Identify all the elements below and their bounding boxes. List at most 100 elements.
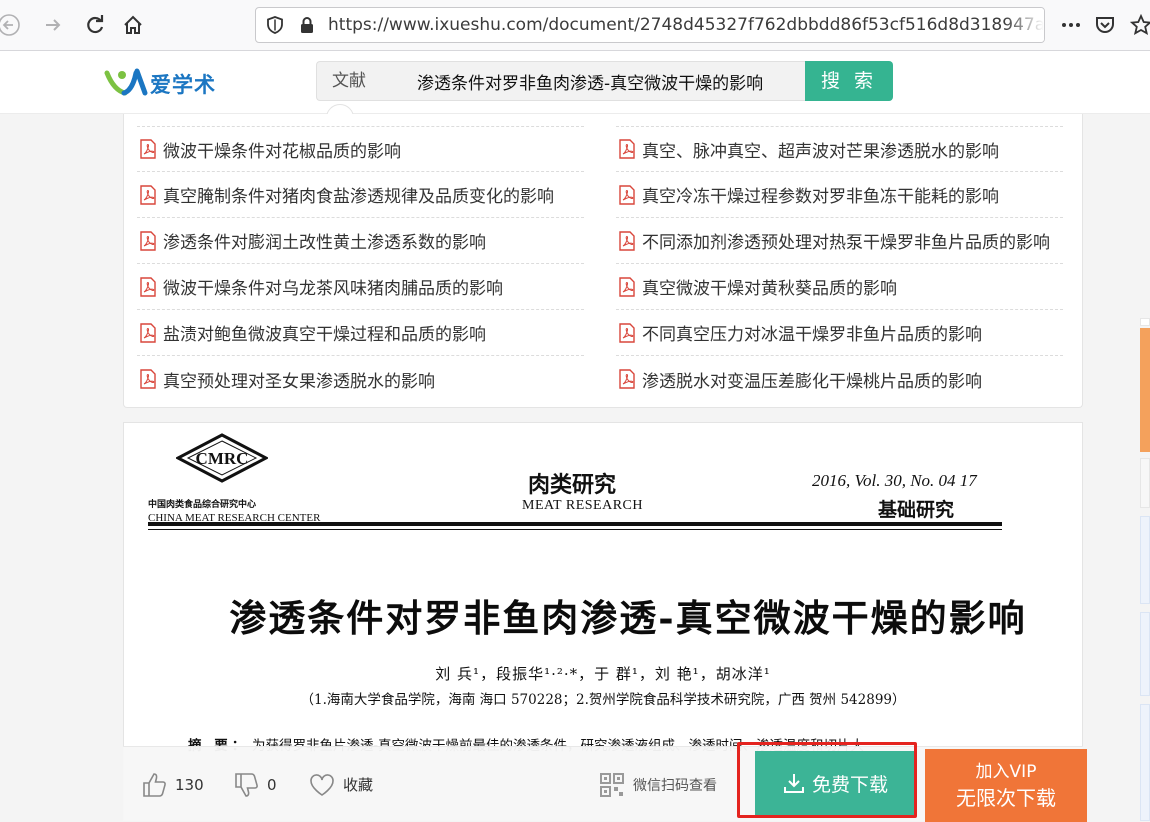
related-item[interactable]: 渗透脱水对变温压差膨化干燥桃片品质的影响 [616, 356, 1063, 402]
thumbs-up-icon [143, 772, 166, 797]
download-label: 免费下载 [811, 773, 888, 796]
side-rail-item[interactable] [1140, 516, 1150, 604]
article-title: 渗透条件对罗非鱼肉渗透-真空微波干燥的影响 [229, 596, 1027, 640]
more-dots-icon [1062, 23, 1080, 27]
lock-icon [301, 17, 313, 33]
star-icon [1130, 14, 1150, 35]
pdf-icon [140, 139, 156, 159]
forward-button[interactable] [38, 10, 68, 40]
related-title: 真空、脉冲真空、超声波对芒果渗透脱水的影响 [642, 141, 999, 162]
side-rail-item[interactable] [1140, 458, 1150, 508]
related-title: 真空腌制条件对猪肉食盐渗透规律及品质变化的影响 [163, 187, 554, 207]
related-item[interactable]: 微波干燥条件对乌龙茶风味猪肉脯品质的影响 [137, 264, 584, 310]
shield-icon [267, 16, 283, 34]
back-button[interactable] [0, 10, 24, 40]
pdf-icon [140, 369, 156, 389]
pocket-button[interactable] [1090, 10, 1120, 40]
pdf-icon [619, 139, 635, 159]
forward-arrow-icon [46, 19, 61, 31]
related-item[interactable]: 真空冷冻干燥过程参数对罗非鱼冻干能耗的影响 [616, 172, 1063, 218]
logo-mark-icon [104, 68, 148, 96]
back-arrow-icon [0, 14, 20, 36]
logo-text: 爱学术 [150, 73, 216, 97]
pdf-icon [140, 230, 156, 251]
related-title: 微波干燥条件对花椒品质的影响 [163, 141, 401, 162]
pdf-icon [619, 369, 635, 389]
center-name-cn: 中国肉类食品综合研究中心 [148, 500, 257, 510]
related-title: 不同添加剂渗透预处理对热泵干燥罗非鱼片品质的影响 [642, 233, 1050, 253]
search-box: 文献 [316, 61, 806, 101]
related-item[interactable]: 真空预处理对圣女果渗透脱水的影响 [137, 356, 584, 402]
home-button[interactable] [118, 10, 148, 40]
pdf-icon [619, 184, 635, 205]
vip-button[interactable]: 加入VIP 无限次下载 [925, 749, 1087, 822]
cmrc-logo-icon: CMRC [176, 433, 268, 483]
wechat-scan-label: 微信扫码查看 [633, 777, 717, 794]
bookmark-star-button[interactable] [1126, 10, 1150, 40]
url-text: https://www.ixueshu.com/document/2748d45… [328, 15, 1044, 35]
dislike-count: 0 [267, 775, 277, 794]
related-item[interactable]: 真空、脉冲真空、超声波对芒果渗透脱水的影响 [616, 126, 1063, 172]
address-bar[interactable]: https://www.ixueshu.com/document/2748d45… [255, 7, 1045, 43]
section-label: 基础研究 [878, 499, 955, 521]
related-title: 不同真空压力对冰温干燥罗非鱼片品质的影响 [642, 325, 982, 345]
issue-info: 2016, Vol. 30, No. 04 17 [812, 471, 977, 490]
svg-text:CMRC: CMRC [196, 449, 249, 468]
pdf-icon [619, 276, 635, 297]
related-documents: 微波干燥条件对花椒品质的影响真空腌制条件对猪肉食盐渗透规律及品质变化的影响 渗透条… [123, 114, 1083, 408]
site-header: 爱学术 文献 搜 索 [0, 51, 1150, 114]
related-item[interactable]: 真空微波干燥对黄秋葵品质的影响 [616, 264, 1063, 310]
free-download-button[interactable]: 免费下载 [755, 751, 915, 815]
download-icon [783, 774, 804, 793]
journal-name-en: MEAT RESEARCH [522, 498, 643, 513]
pdf-icon [140, 184, 156, 205]
side-rail-item[interactable] [1140, 612, 1150, 696]
side-rail-item[interactable] [1140, 328, 1150, 452]
browser-toolbar: https://www.ixueshu.com/document/2748d45… [0, 0, 1150, 51]
related-title: 真空微波干燥对黄秋葵品质的影响 [642, 279, 897, 299]
side-rail-item[interactable] [1140, 318, 1150, 326]
article-authors: 刘 兵¹，段振华¹·²·*，于 群¹，刘 艳¹，胡冰洋¹ [435, 665, 771, 683]
qr-code-icon [600, 772, 624, 797]
pdf-icon [140, 276, 156, 297]
action-bar: 130 0 收藏 微信扫码查看 免费下载 加入VIP 无限次下载 [123, 746, 1087, 822]
search-type-select[interactable]: 文献 [332, 62, 366, 100]
header-rule-thin [148, 529, 1002, 530]
favorite-label: 收藏 [343, 776, 374, 794]
pdf-icon [619, 230, 635, 251]
publisher-block: CMRC 中国肉类食品综合研究中心 CHINA MEAT RESEARCH CE… [148, 433, 320, 524]
article-affiliation: （1.海南大学食品学院，海南 海口 570228；2.贺州学院食品科学技术研究院… [300, 692, 906, 708]
heart-icon [310, 773, 334, 796]
header-rule-thick [148, 522, 1002, 526]
side-rail-item[interactable] [1140, 704, 1150, 821]
home-icon [124, 15, 142, 34]
search-button[interactable]: 搜 索 [805, 61, 893, 101]
related-title: 微波干燥条件对乌龙茶风味猪肉脯品质的影响 [163, 279, 503, 299]
vip-label-line1: 加入VIP [975, 761, 1037, 782]
reload-icon [87, 15, 104, 34]
like-count: 130 [175, 775, 204, 794]
related-title: 真空预处理对圣女果渗透脱水的影响 [163, 371, 435, 392]
favorite-button[interactable]: 收藏 [309, 747, 373, 822]
related-title: 渗透条件对膨润土改性黄土渗透系数的影响 [163, 233, 486, 253]
pdf-icon [619, 322, 635, 343]
related-item[interactable]: 微波干燥条件对花椒品质的影响 [137, 126, 584, 172]
pocket-icon [1096, 17, 1114, 33]
related-title: 真空冷冻干燥过程参数对罗非鱼冻干能耗的影响 [642, 187, 999, 207]
related-column-left: 微波干燥条件对花椒品质的影响真空腌制条件对猪肉食盐渗透规律及品质变化的影响 渗透条… [137, 126, 584, 402]
wechat-scan-button[interactable]: 微信扫码查看 [599, 747, 717, 822]
like-button[interactable]: 130 [141, 747, 204, 822]
reload-button[interactable] [80, 10, 110, 40]
search-input[interactable] [417, 68, 797, 94]
page-actions-button[interactable] [1056, 10, 1086, 40]
journal-name-cn: 肉类研究 [528, 472, 617, 498]
thumbs-down-icon [235, 772, 258, 797]
related-item[interactable]: 真空腌制条件对猪肉食盐渗透规律及品质变化的影响 [137, 172, 584, 218]
site-logo[interactable]: 爱学术 [104, 63, 234, 103]
dislike-button[interactable]: 0 [233, 747, 277, 822]
vip-label-line2: 无限次下载 [956, 785, 1056, 810]
related-item[interactable]: 不同添加剂渗透预处理对热泵干燥罗非鱼片品质的影响 [616, 218, 1063, 264]
related-item[interactable]: 不同真空压力对冰温干燥罗非鱼片品质的影响 [616, 310, 1063, 356]
related-item[interactable]: 渗透条件对膨润土改性黄土渗透系数的影响 [137, 218, 584, 264]
related-item[interactable]: 盐渍对鲍鱼微波真空干燥过程和品质的影响 [137, 310, 584, 356]
